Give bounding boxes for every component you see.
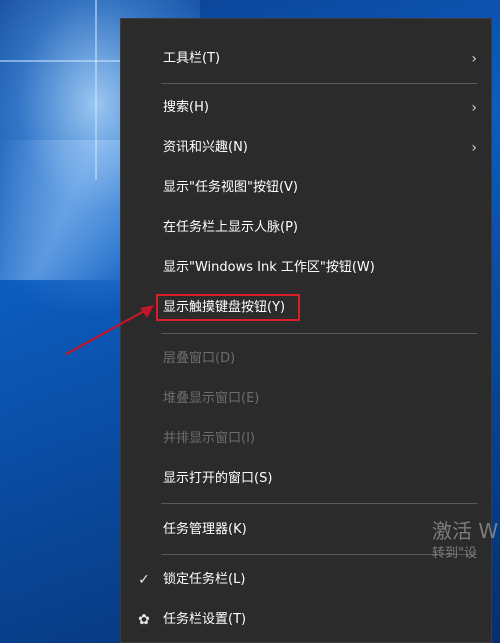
wallpaper-light-beam xyxy=(0,140,130,280)
watermark-line-2: 转到"设 xyxy=(432,546,477,561)
menu-item-label: 锁定任务栏(L) xyxy=(163,572,246,587)
menu-item-label: 并排显示窗口(I) xyxy=(163,431,255,446)
menu-item-label: 显示打开的窗口(S) xyxy=(163,471,273,486)
gear-icon: ✿ xyxy=(138,612,150,628)
menu-item-show-task-view-button[interactable]: 显示"任务视图"按钮(V) xyxy=(121,169,491,207)
menu-item-label: 层叠窗口(D) xyxy=(163,351,236,366)
menu-item-label: 在任务栏上显示人脉(P) xyxy=(163,220,298,235)
menu-item-label: 显示"Windows Ink 工作区"按钮(W) xyxy=(163,260,375,275)
menu-separator xyxy=(161,83,477,84)
watermark-line-1: 激活 W xyxy=(432,519,499,543)
menu-separator xyxy=(161,503,477,504)
chevron-right-icon: › xyxy=(471,100,477,116)
menu-item-label: 搜索(H) xyxy=(163,100,209,115)
menu-item-show-people[interactable]: 在任务栏上显示人脉(P) xyxy=(121,209,491,247)
menu-item-label: 任务栏设置(T) xyxy=(163,612,247,627)
menu-item-cascade-windows: 层叠窗口(D) xyxy=(121,340,491,378)
menu-item-label: 堆叠显示窗口(E) xyxy=(163,391,260,406)
menu-item-label: 显示"任务视图"按钮(V) xyxy=(163,180,298,195)
menu-item-show-the-desktop[interactable]: 显示打开的窗口(S) xyxy=(121,460,491,498)
menu-item-taskbar-settings[interactable]: ✿ 任务栏设置(T) xyxy=(121,601,491,639)
menu-item-search[interactable]: 搜索(H) › xyxy=(121,89,491,127)
highlight-annotation-box xyxy=(156,294,300,321)
menu-item-news-and-interests[interactable]: 资讯和兴趣(N) › xyxy=(121,129,491,167)
activate-windows-watermark: 激活 W 转到"设 xyxy=(432,518,498,564)
menu-item-lock-taskbar[interactable]: ✓ 锁定任务栏(L) xyxy=(121,561,491,599)
menu-separator xyxy=(161,333,477,334)
menu-item-show-windows-stacked: 堆叠显示窗口(E) xyxy=(121,380,491,418)
menu-separator xyxy=(161,554,477,555)
menu-item-toolbars[interactable]: 工具栏(T) › xyxy=(121,40,491,78)
wallpaper-pane-line xyxy=(95,0,97,180)
menu-item-label: 任务管理器(K) xyxy=(163,522,247,537)
wallpaper-pane-line xyxy=(0,60,120,62)
checkmark-icon: ✓ xyxy=(138,572,150,588)
menu-item-label: 资讯和兴趣(N) xyxy=(163,140,248,155)
menu-item-label: 工具栏(T) xyxy=(163,51,221,66)
chevron-right-icon: › xyxy=(471,51,477,67)
desktop-background: 工具栏(T) › 搜索(H) › 资讯和兴趣(N) › 显示"任务视图"按钮(V… xyxy=(0,0,500,643)
annotation-arrow-icon xyxy=(64,305,154,356)
menu-item-show-windows-ink-button[interactable]: 显示"Windows Ink 工作区"按钮(W) xyxy=(121,249,491,287)
chevron-right-icon: › xyxy=(471,140,477,156)
menu-item-show-windows-side-by-side: 并排显示窗口(I) xyxy=(121,420,491,458)
